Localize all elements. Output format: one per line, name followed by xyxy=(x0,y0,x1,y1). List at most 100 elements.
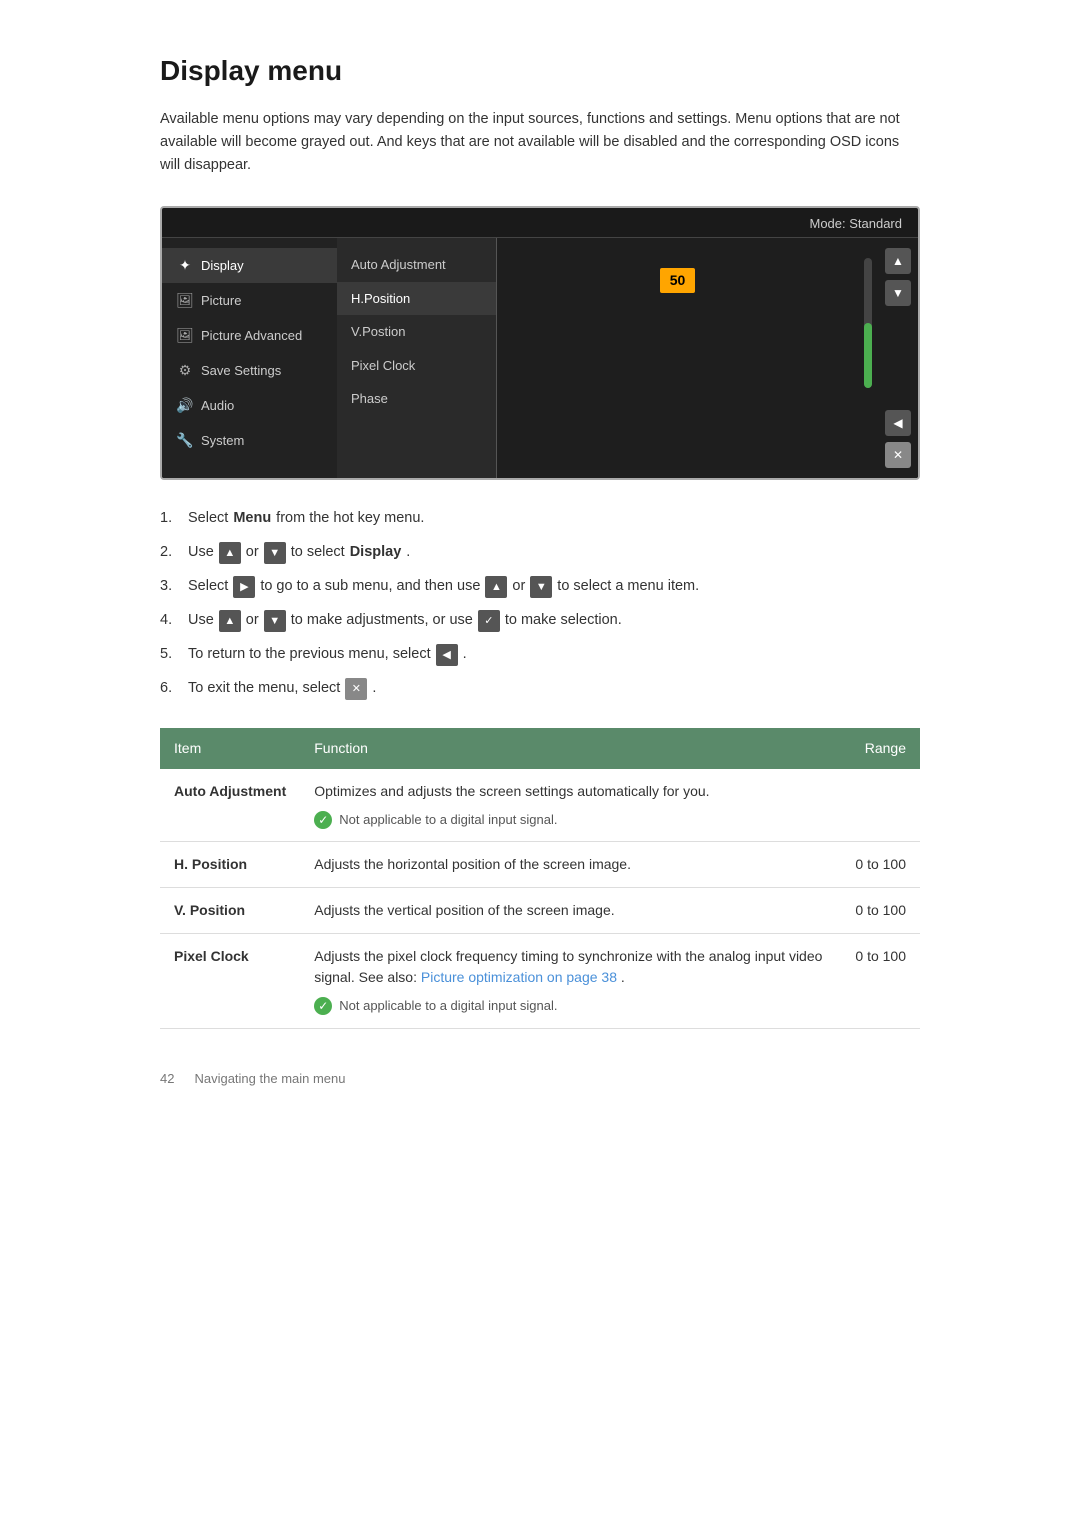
table-row: Auto Adjustment Optimizes and adjusts th… xyxy=(160,769,920,842)
instruction-5: To return to the previous menu, select ◀… xyxy=(160,644,920,666)
osd-back-button[interactable]: ◀ xyxy=(885,410,911,436)
osd-menu-picture-advanced[interactable]: 🖼 Picture Advanced xyxy=(162,318,337,353)
osd-slider-area xyxy=(858,238,878,478)
step-1-text-before: Select xyxy=(188,508,228,530)
osd-exit-button[interactable]: ✕ xyxy=(885,442,911,468)
osd-submenu-vpostion[interactable]: V.Postion xyxy=(337,315,496,349)
range-auto-adjustment xyxy=(841,769,920,842)
step-4-or: or xyxy=(246,610,259,632)
function-hposition: Adjusts the horizontal position of the s… xyxy=(300,842,841,888)
intro-text: Available menu options may vary dependin… xyxy=(160,108,920,178)
item-hposition: H. Position xyxy=(160,842,300,888)
osd-menu-display[interactable]: ✦ Display xyxy=(162,248,337,283)
osd-menu-save-settings-label: Save Settings xyxy=(201,361,281,381)
osd-down-button[interactable]: ▼ xyxy=(885,280,911,306)
item-vposition: V. Position xyxy=(160,888,300,934)
col-item: Item xyxy=(160,728,300,769)
step-2-or: or xyxy=(246,542,259,564)
range-vposition: 0 to 100 xyxy=(841,888,920,934)
step-4-up-icon: ▲ xyxy=(219,610,241,632)
function-vposition: Adjusts the vertical position of the scr… xyxy=(300,888,841,934)
instruction-1: Select Menu from the hot key menu. xyxy=(160,508,920,530)
check-icon: ✓ xyxy=(478,610,500,632)
col-function: Function xyxy=(300,728,841,769)
note-pixel-clock: ✓ Not applicable to a digital input sign… xyxy=(314,996,827,1016)
osd-sidebar: ✦ Display 🖼 Picture 🖼 Picture Advanced ⚙… xyxy=(162,238,337,478)
step-3-text-after: to select a menu item. xyxy=(557,576,699,598)
audio-icon: 🔊 xyxy=(176,395,194,416)
step-5-content: To return to the previous menu, select ◀… xyxy=(188,644,467,666)
step-4-text-after: to make selection. xyxy=(505,610,622,632)
note-text-auto: Not applicable to a digital input signal… xyxy=(339,810,557,830)
up-arrow-icon: ▲ xyxy=(219,542,241,564)
osd-slider-fill xyxy=(864,323,872,388)
osd-submenu-hposition[interactable]: H.Position xyxy=(337,282,496,316)
instruction-2: Use ▲ or ▼ to select Display . xyxy=(160,542,920,564)
function-vposition-text: Adjusts the vertical position of the scr… xyxy=(314,902,614,918)
table-row: Pixel Clock Adjusts the pixel clock freq… xyxy=(160,934,920,1029)
note-auto-adjustment: ✓ Not applicable to a digital input sign… xyxy=(314,810,827,830)
page-container: Display menu Available menu options may … xyxy=(90,0,990,1148)
function-hposition-text: Adjusts the horizontal position of the s… xyxy=(314,856,631,872)
page-title: Display menu xyxy=(160,50,920,92)
instruction-4: Use ▲ or ▼ to make adjustments, or use ✓… xyxy=(160,610,920,632)
osd-menu-audio-label: Audio xyxy=(201,396,234,416)
osd-right-buttons: ▲ ▼ ◀ ✕ xyxy=(878,238,918,478)
picture-icon: 🖼 xyxy=(176,290,194,311)
step-6-text-before: To exit the menu, select xyxy=(188,678,340,700)
osd-submenu-pixel-clock[interactable]: Pixel Clock xyxy=(337,349,496,383)
note-text-pixel-clock: Not applicable to a digital input signal… xyxy=(339,996,557,1016)
osd-submenu-phase[interactable]: Phase xyxy=(337,382,496,416)
step-3-text-before: Select xyxy=(188,576,228,598)
step-3-text-middle: to go to a sub menu, and then use xyxy=(260,576,480,598)
osd-menu-save-settings[interactable]: ⚙ Save Settings xyxy=(162,353,337,388)
col-range: Range xyxy=(841,728,920,769)
step-2-period: . xyxy=(406,542,410,564)
step-5-text-before: To return to the previous menu, select xyxy=(188,644,431,666)
instruction-6: To exit the menu, select ✕ . xyxy=(160,678,920,700)
osd-up-button[interactable]: ▲ xyxy=(885,248,911,274)
step-6-text-after: . xyxy=(372,678,376,700)
osd-menu-display-label: Display xyxy=(201,256,244,276)
page-footer: 42 Navigating the main menu xyxy=(160,1069,920,1089)
osd-menu-picture-advanced-label: Picture Advanced xyxy=(201,326,302,346)
footer-page-number: 42 xyxy=(160,1069,174,1089)
step-4-text-before: Use xyxy=(188,610,214,632)
system-icon: 🔧 xyxy=(176,430,194,451)
osd-value-area: 50 xyxy=(497,238,858,478)
step-2-text-before: Use xyxy=(188,542,214,564)
osd-menu-picture-label: Picture xyxy=(201,291,241,311)
range-pixel-clock: 0 to 100 xyxy=(841,934,920,1029)
step-4-content: Use ▲ or ▼ to make adjustments, or use ✓… xyxy=(188,610,622,632)
save-settings-icon: ⚙ xyxy=(176,360,194,381)
osd-screen: Mode: Standard ✦ Display 🖼 Picture 🖼 Pic… xyxy=(160,206,920,481)
function-pixel-clock-link[interactable]: Picture optimization on page 38 xyxy=(421,969,617,985)
osd-submenu-auto-adj[interactable]: Auto Adjustment xyxy=(337,248,496,282)
step-4-text-middle: to make adjustments, or use xyxy=(291,610,473,632)
function-pixel-clock-see-also: See also: xyxy=(359,969,421,985)
note-icon-pixel-clock: ✓ xyxy=(314,997,332,1015)
osd-menu-audio[interactable]: 🔊 Audio xyxy=(162,388,337,423)
down-arrow-icon: ▼ xyxy=(264,542,286,564)
table-row: H. Position Adjusts the horizontal posit… xyxy=(160,842,920,888)
step-6-exit-icon: ✕ xyxy=(345,678,367,700)
item-auto-adjustment: Auto Adjustment xyxy=(160,769,300,842)
step-6-content: To exit the menu, select ✕ . xyxy=(188,678,376,700)
step-1-bold: Menu xyxy=(233,508,271,530)
step-3-down-icon: ▼ xyxy=(530,576,552,598)
function-auto-text: Optimizes and adjusts the screen setting… xyxy=(314,783,709,799)
osd-menu-system[interactable]: 🔧 System xyxy=(162,423,337,458)
osd-submenu: Auto Adjustment H.Position V.Postion Pix… xyxy=(337,238,497,478)
osd-menu-picture[interactable]: 🖼 Picture xyxy=(162,283,337,318)
info-table: Item Function Range Auto Adjustment Opti… xyxy=(160,728,920,1029)
step-5-back-icon: ◀ xyxy=(436,644,458,666)
step-1-text-after: from the hot key menu. xyxy=(276,508,424,530)
item-pixel-clock: Pixel Clock xyxy=(160,934,300,1029)
step-5-text-after: . xyxy=(463,644,467,666)
picture-advanced-icon: 🖼 xyxy=(176,325,194,346)
osd-menu-system-label: System xyxy=(201,431,244,451)
table-row: V. Position Adjusts the vertical positio… xyxy=(160,888,920,934)
function-auto-adjustment: Optimizes and adjusts the screen setting… xyxy=(300,769,841,842)
function-pixel-clock-period: . xyxy=(621,969,625,985)
osd-value-box: 50 xyxy=(660,268,696,293)
